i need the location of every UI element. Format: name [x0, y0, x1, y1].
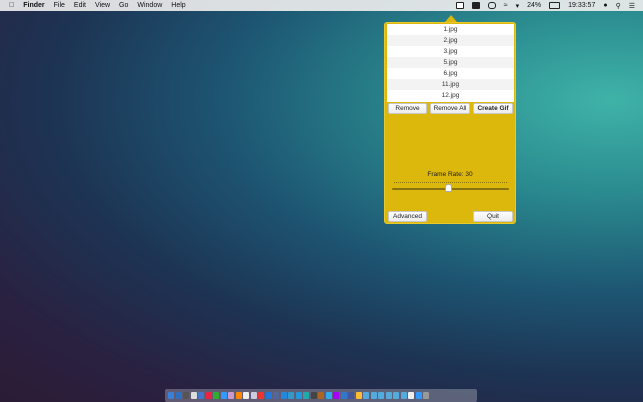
dock-app-icon[interactable]: [385, 392, 392, 399]
dock-app-icon[interactable]: [325, 392, 332, 399]
dock-app-icon[interactable]: [198, 392, 204, 399]
gif-app-status-icon[interactable]: [455, 2, 464, 9]
remove-button[interactable]: Remove: [388, 103, 427, 114]
dock-app-icon[interactable]: [220, 392, 227, 399]
dock-app-icon[interactable]: [190, 392, 197, 399]
dock-app-icon[interactable]: [408, 392, 414, 399]
volume-icon[interactable]: ▾: [516, 2, 520, 10]
dock-app-icon[interactable]: [393, 392, 399, 399]
list-item[interactable]: 5.jpg: [387, 57, 514, 68]
dock-app-icon[interactable]: [355, 392, 362, 399]
clock[interactable]: 19:33:57: [568, 2, 595, 9]
menu-app[interactable]: Finder: [23, 2, 44, 9]
menu-edit[interactable]: Edit: [74, 2, 86, 9]
dock-app-icon[interactable]: [250, 392, 257, 399]
dock-app-icon[interactable]: [310, 392, 317, 399]
dock-app-icon[interactable]: [280, 392, 287, 399]
list-item[interactable]: 2.jpg: [387, 35, 514, 46]
dock-app-icon[interactable]: [183, 392, 189, 399]
dock-app-icon[interactable]: [370, 392, 377, 399]
menu-help[interactable]: Help: [171, 2, 185, 9]
menu-bar:  Finder File Edit View Go Window Help ≈…: [0, 0, 643, 11]
wifi-icon[interactable]: ≈: [504, 2, 508, 9]
dock-app-icon[interactable]: [378, 392, 384, 399]
dock-app-icon[interactable]: [205, 392, 212, 399]
popover-arrow: [445, 15, 457, 22]
slider-thumb[interactable]: [444, 184, 452, 192]
dock-app-icon[interactable]: [400, 392, 407, 399]
list-item[interactable]: 12.jpg: [387, 90, 514, 101]
apple-icon[interactable]: : [9, 2, 14, 9]
dock-app-icon[interactable]: [243, 392, 249, 399]
dock-app-icon[interactable]: [318, 392, 324, 399]
dock-app-icon[interactable]: [295, 392, 302, 399]
dock-app-icon[interactable]: [333, 392, 339, 399]
checkmark-icon[interactable]: [487, 2, 496, 9]
dock: [165, 389, 477, 402]
dock-app-icon[interactable]: [273, 392, 279, 399]
remove-all-button[interactable]: Remove All: [430, 103, 470, 114]
dock-app-icon[interactable]: [303, 392, 309, 399]
battery-icon[interactable]: [549, 2, 561, 9]
frame-rate-label: Frame Rate: 30: [427, 171, 473, 178]
user-icon[interactable]: ●: [603, 2, 607, 9]
dock-app-icon[interactable]: [213, 392, 219, 399]
list-item[interactable]: 3.jpg: [387, 46, 514, 57]
dock-app-icon[interactable]: [228, 392, 234, 399]
dock-app-icon[interactable]: [175, 392, 182, 399]
menu-go[interactable]: Go: [119, 2, 128, 9]
display-icon[interactable]: [471, 2, 480, 9]
dock-app-icon[interactable]: [235, 392, 242, 399]
notification-center-icon[interactable]: ☰: [629, 2, 635, 10]
advanced-button[interactable]: Advanced: [388, 211, 427, 222]
battery-percent[interactable]: 24%: [527, 2, 541, 9]
menu-file[interactable]: File: [54, 2, 65, 9]
dock-app-icon[interactable]: [415, 392, 422, 399]
gif-maker-popover: 1.jpg 2.jpg 3.jpg 5.jpg 6.jpg 11.jpg 12.…: [384, 22, 516, 224]
dock-app-icon[interactable]: [168, 392, 174, 399]
dock-app-icon[interactable]: [340, 392, 347, 399]
menu-window[interactable]: Window: [137, 2, 162, 9]
dock-app-icon[interactable]: [265, 392, 272, 399]
list-item[interactable]: 6.jpg: [387, 68, 514, 79]
dock-app-icon[interactable]: [423, 392, 429, 399]
dock-app-icon[interactable]: [288, 392, 294, 399]
search-icon[interactable]: ⚲: [616, 2, 621, 10]
file-list[interactable]: 1.jpg 2.jpg 3.jpg 5.jpg 6.jpg 11.jpg 12.…: [387, 24, 514, 102]
dock-app-icon[interactable]: [363, 392, 369, 399]
quit-button[interactable]: Quit: [473, 211, 513, 222]
list-item[interactable]: 1.jpg: [387, 24, 514, 35]
menu-view[interactable]: View: [95, 2, 110, 9]
create-gif-button[interactable]: Create Gif: [473, 103, 513, 114]
dock-app-icon[interactable]: [258, 392, 264, 399]
list-item[interactable]: 11.jpg: [387, 79, 514, 90]
dock-app-icon[interactable]: [348, 392, 354, 399]
